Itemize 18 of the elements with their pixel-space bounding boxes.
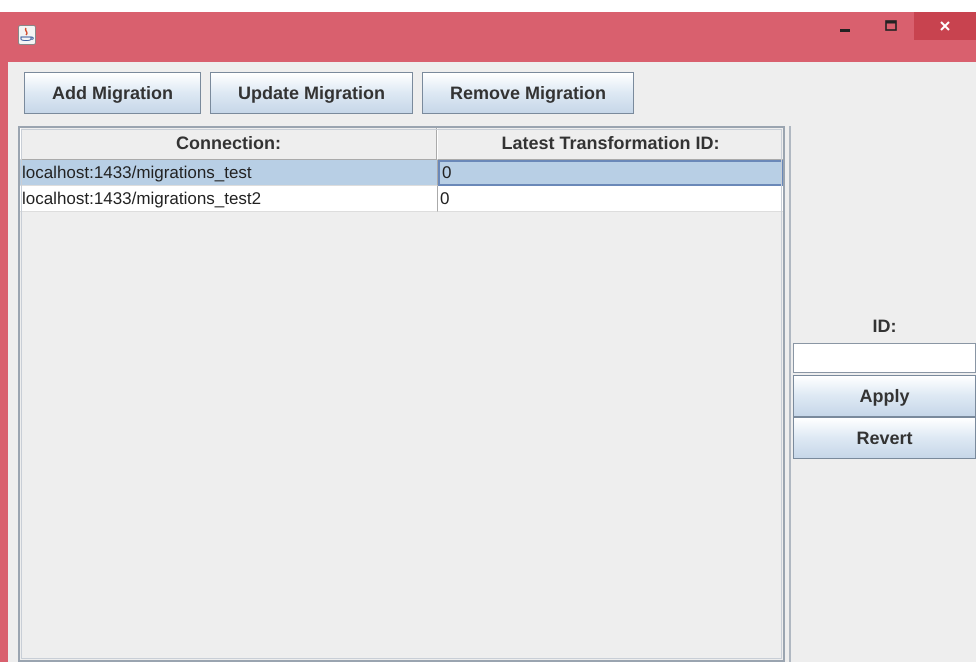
toolbar-button[interactable]: Update Migration — [210, 72, 413, 114]
maximize-icon — [885, 20, 897, 32]
column-header[interactable]: Latest Transformation ID: — [437, 128, 783, 160]
table-cell: 0 — [438, 160, 783, 186]
table-cell: 0 — [438, 186, 783, 212]
cup-icon — [18, 25, 36, 45]
table-cell: localhost:1433/migrations_test2 — [20, 186, 438, 212]
toolbar-button[interactable]: Add Migration — [24, 72, 201, 114]
minimize-icon — [840, 29, 850, 32]
toolbar-button[interactable]: Remove Migration — [422, 72, 634, 114]
side-button[interactable]: Revert — [793, 417, 976, 459]
table-row[interactable]: localhost:1433/migrations_test2 0 — [20, 186, 783, 212]
table-row[interactable]: localhost:1433/migrations_test 0 — [20, 160, 783, 186]
close-button[interactable] — [914, 12, 976, 40]
close-icon — [939, 20, 951, 32]
id-label: ID: — [872, 316, 896, 337]
side-button[interactable]: Apply — [793, 375, 976, 417]
id-input-field[interactable] — [793, 343, 976, 373]
